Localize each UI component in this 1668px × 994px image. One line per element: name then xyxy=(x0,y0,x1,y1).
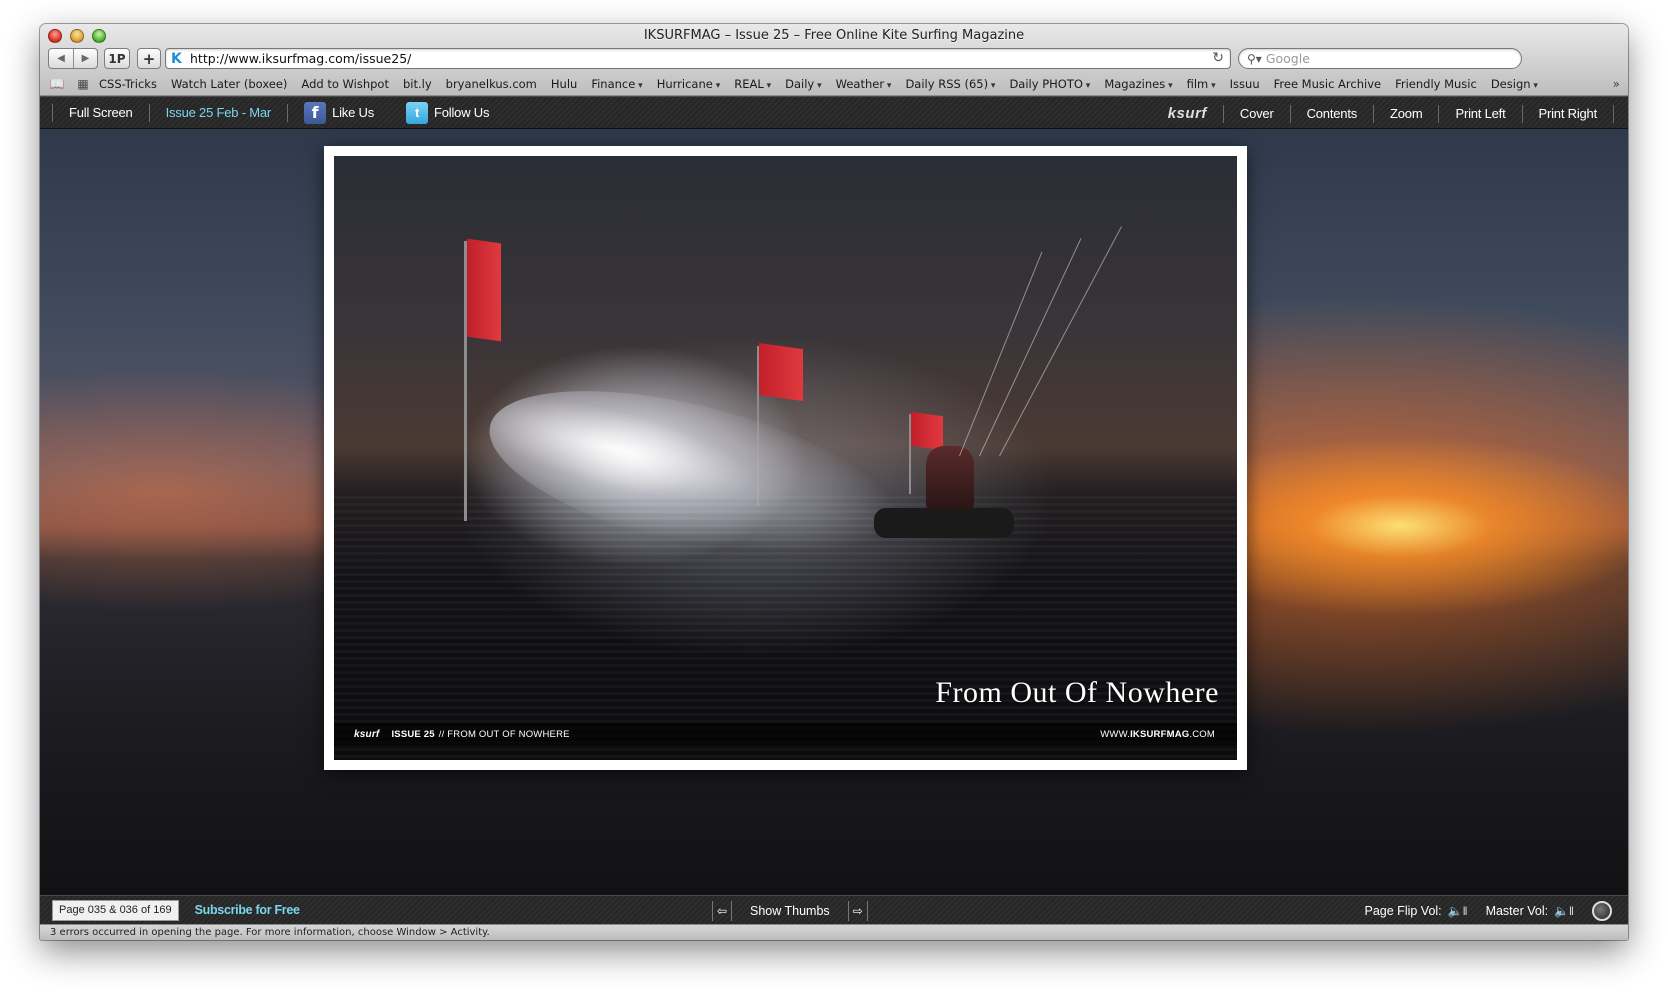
issue-selector[interactable]: Issue 25 Feb - Mar xyxy=(150,103,289,122)
more-bookmarks-chevron-icon[interactable]: » xyxy=(1613,77,1620,91)
back-forward-buttons: ◀ ▶ xyxy=(48,48,98,69)
page-current: 035 & 036 xyxy=(87,904,138,916)
magazine-viewer: Full Screen Issue 25 Feb - Mar f Like Us… xyxy=(40,96,1628,924)
red-flag xyxy=(759,342,803,402)
bookmark-item[interactable]: Watch Later (boxee) xyxy=(164,77,294,91)
full-screen-button[interactable]: Full Screen xyxy=(52,103,150,122)
follow-us-button[interactable]: t Follow Us xyxy=(390,101,505,124)
bookmark-item[interactable]: bit.ly xyxy=(396,77,439,91)
follow-us-label: Follow Us xyxy=(434,105,490,120)
browser-chrome: IKSURFMAG – Issue 25 – Free Online Kite … xyxy=(40,24,1628,96)
reload-icon[interactable]: ↻ xyxy=(1212,50,1224,66)
like-us-button[interactable]: f Like Us xyxy=(288,101,390,124)
kite-line xyxy=(959,251,1043,457)
magazine-bottom-bar: Page 035 & 036 of 169 Subscribe for Free… xyxy=(40,895,1628,924)
bookmark-item[interactable]: film xyxy=(1180,77,1223,91)
red-flag xyxy=(467,238,501,342)
window-title: IKSURFMAG – Issue 25 – Free Online Kite … xyxy=(643,28,1025,43)
facebook-icon: f xyxy=(304,101,327,124)
bookmark-item[interactable]: Hurricane xyxy=(650,77,728,91)
volume-controls: Page Flip Vol: 🔈‖ Master Vol: 🔈‖ xyxy=(1365,900,1612,921)
back-button[interactable]: ◀ xyxy=(49,49,73,68)
bookmark-item[interactable]: Issuu xyxy=(1223,77,1267,91)
previous-page-arrow-icon[interactable]: ⇦ xyxy=(712,900,732,921)
magazine-spread[interactable]: From Out Of Nowhere ksurf ISSUE 25 // FR… xyxy=(324,146,1247,770)
bookmark-item[interactable]: Friendly Music xyxy=(1388,77,1484,91)
bookmark-item[interactable]: Weather xyxy=(829,77,899,91)
cover-button[interactable]: Cover xyxy=(1224,104,1291,123)
add-bookmark-button[interactable]: + xyxy=(137,48,161,69)
kitesurfer xyxy=(926,446,974,510)
onepassword-button[interactable]: 1P xyxy=(104,48,130,69)
bookmark-items: CSS-Tricks Watch Later (boxee) Add to Wish… xyxy=(92,77,1545,91)
bookmarks-bar: 📖 ▦ CSS-Tricks Watch Later (boxee) Add to … xyxy=(40,73,1628,95)
kite-line xyxy=(999,226,1123,457)
show-thumbs-button[interactable]: Show Thumbs xyxy=(732,904,848,918)
bookmark-item[interactable]: CSS-Tricks xyxy=(92,77,164,91)
footer-article-title: // FROM OUT OF NOWHERE xyxy=(438,728,570,740)
bookmark-item[interactable]: Daily PHOTO xyxy=(1002,77,1097,91)
page-footer-bar: ksurf ISSUE 25 // FROM OUT OF NOWHERE WW… xyxy=(334,723,1237,745)
status-bar: 3 errors occurred in opening the page. F… xyxy=(40,924,1628,940)
print-right-button[interactable]: Print Right xyxy=(1523,104,1614,123)
master-volume-label: Master Vol: xyxy=(1485,903,1549,918)
kiteboard xyxy=(874,508,1014,538)
bookmark-item[interactable]: Daily xyxy=(778,77,829,91)
page-total: 169 xyxy=(153,904,172,916)
bookmark-item[interactable]: Hulu xyxy=(544,77,584,91)
url-text[interactable]: http://www.iksurfmag.com/issue25/ xyxy=(190,51,411,66)
magnifier-icon[interactable] xyxy=(1592,900,1612,921)
page-navigation: ⇦ Show Thumbs ⇨ xyxy=(712,900,868,921)
bookmark-item[interactable]: Magazines xyxy=(1097,77,1179,91)
bookmark-item[interactable]: Free Music Archive xyxy=(1267,77,1388,91)
footer-site-url: WWW.IKSURFMAG.COM xyxy=(1100,728,1215,740)
search-field[interactable]: ⚲▾ Google xyxy=(1238,48,1522,69)
next-page-arrow-icon[interactable]: ⇨ xyxy=(847,900,868,921)
top-sites-grid-icon[interactable]: ▦ xyxy=(74,77,92,91)
site-favicon-icon: K xyxy=(171,50,182,67)
page-of: of xyxy=(140,904,151,916)
kite-line xyxy=(979,238,1082,457)
like-us-label: Like Us xyxy=(332,105,375,120)
bookmark-item[interactable]: Daily RSS (65) xyxy=(898,77,1002,91)
search-icon: ⚲▾ xyxy=(1247,51,1262,66)
ksurf-logo[interactable]: ksurf xyxy=(1152,104,1224,123)
search-placeholder: Google xyxy=(1265,51,1310,66)
bookmarks-book-icon[interactable]: 📖 xyxy=(48,77,66,91)
browser-window: IKSURFMAG – Issue 25 – Free Online Kite … xyxy=(40,24,1628,940)
bookmark-item[interactable]: Design xyxy=(1484,77,1545,91)
page-label: Page xyxy=(59,904,85,916)
magazine-nav-right: ksurf Cover Contents Zoom Print Left Pri… xyxy=(1152,97,1614,130)
twitter-icon: t xyxy=(406,101,429,124)
article-title: From Out Of Nowhere xyxy=(935,676,1219,709)
bookmark-item[interactable]: Add to Wishpot xyxy=(294,77,396,91)
red-flag xyxy=(911,411,943,451)
footer-ksurf-logo: ksurf xyxy=(354,728,380,740)
forward-button[interactable]: ▶ xyxy=(73,49,97,68)
bookmark-item[interactable]: bryanelkus.com xyxy=(439,77,544,91)
magazine-top-nav: Full Screen Issue 25 Feb - Mar f Like Us… xyxy=(40,96,1628,129)
zoom-button[interactable]: Zoom xyxy=(1374,104,1440,123)
subscribe-link[interactable]: Subscribe for Free xyxy=(195,903,300,917)
page-indicator[interactable]: Page 035 & 036 of 169 xyxy=(52,899,179,921)
bookmark-item[interactable]: Finance xyxy=(584,77,649,91)
master-speaker-icon[interactable]: 🔈‖ xyxy=(1554,904,1574,918)
footer-issue: ISSUE 25 xyxy=(391,728,435,740)
kitesurf-night-photo[interactable]: From Out Of Nowhere ksurf ISSUE 25 // FR… xyxy=(334,156,1237,760)
address-bar[interactable]: K http://www.iksurfmag.com/issue25/ ↻ xyxy=(165,48,1231,69)
print-left-button[interactable]: Print Left xyxy=(1439,104,1523,123)
contents-button[interactable]: Contents xyxy=(1291,104,1375,123)
page-flip-volume-label: Page Flip Vol: xyxy=(1364,903,1442,918)
bookmark-item[interactable]: REAL xyxy=(727,77,778,91)
page-flip-speaker-icon[interactable]: 🔈‖ xyxy=(1448,904,1468,918)
